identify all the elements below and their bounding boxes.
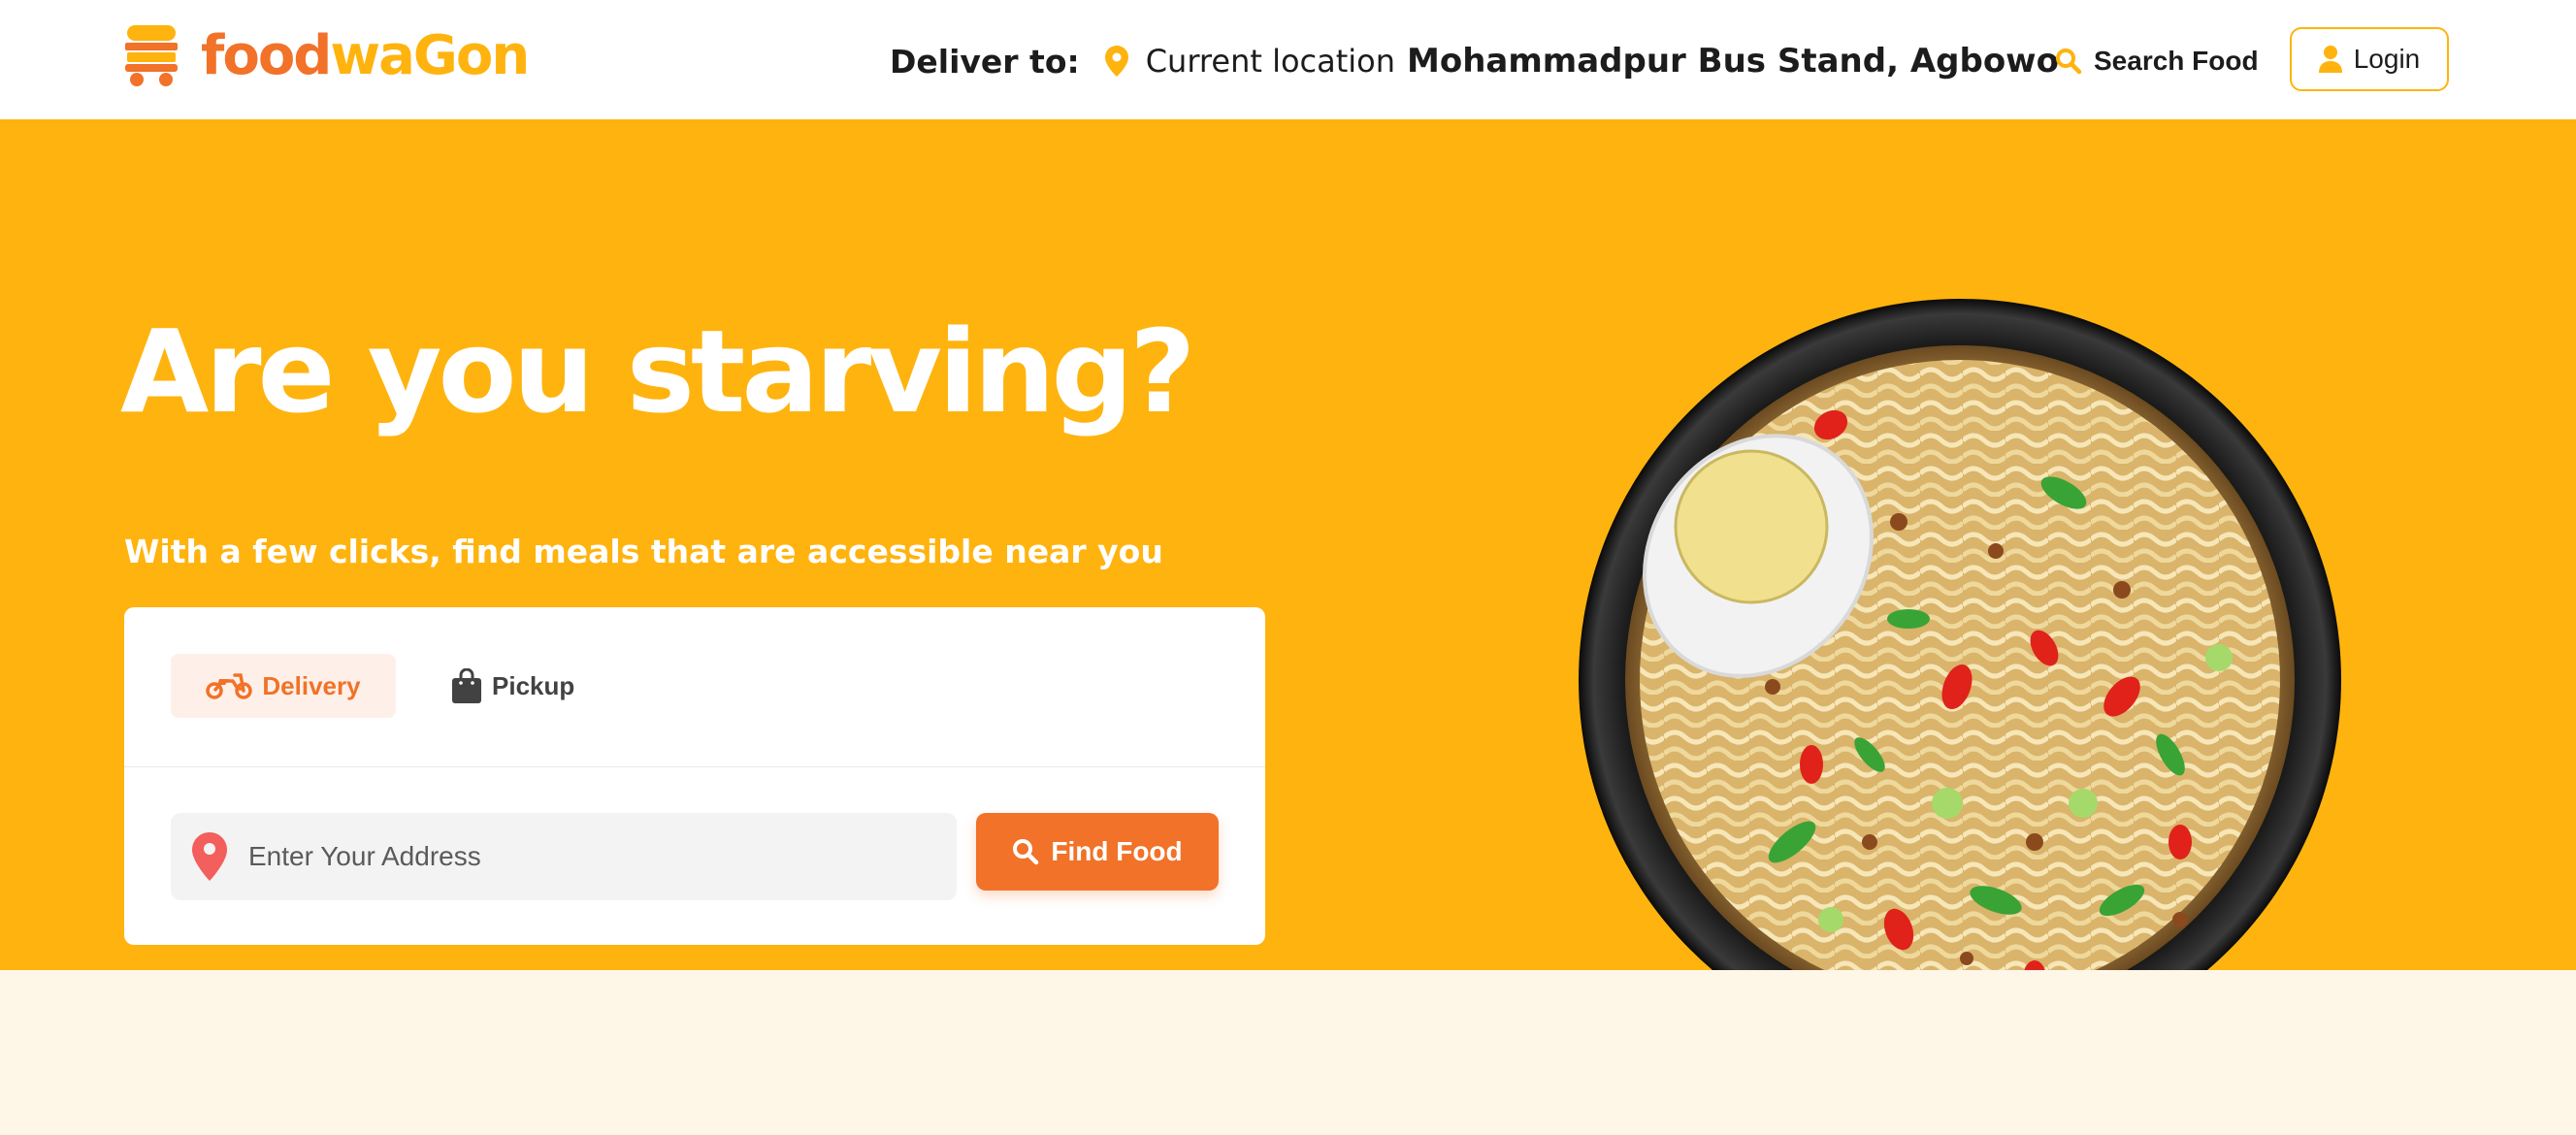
order-type-tabs: Delivery Pickup — [124, 607, 1265, 767]
map-pin-icon — [192, 832, 227, 881]
current-location-label[interactable]: Current location — [1146, 43, 1395, 80]
tab-delivery[interactable]: Delivery — [171, 654, 396, 718]
user-icon — [2318, 46, 2342, 73]
search-icon — [1013, 839, 1039, 865]
deliver-to-bar: Deliver to: Current location Mohammadpur… — [890, 37, 2059, 85]
hero-title: Are you starving? — [120, 305, 1195, 438]
lower-section — [0, 970, 2576, 1135]
search-food-label: Search Food — [2094, 46, 2259, 76]
burger-truck-logo-icon — [125, 25, 178, 86]
address-field[interactable] — [171, 813, 957, 900]
login-button[interactable]: Login — [2290, 27, 2449, 91]
noodle-bowl-image — [1579, 299, 2341, 970]
delivery-address[interactable]: Mohammadpur Bus Stand, Agbowo — [1407, 42, 2059, 81]
tab-pickup[interactable]: Pickup — [451, 654, 574, 718]
location-pin-icon — [1104, 46, 1128, 77]
login-label: Login — [2353, 44, 2421, 74]
hero-section: Are you starving? With a few clicks, fin… — [0, 119, 2576, 970]
brand-logo[interactable]: foodwaGon — [123, 24, 530, 87]
brand-name-part1: food — [201, 24, 332, 87]
find-food-label: Find Food — [1051, 836, 1183, 866]
deliver-to-label: Deliver to: — [890, 42, 1080, 81]
top-navbar: foodwaGon Deliver to: Current location M… — [0, 0, 2576, 119]
motorcycle-icon — [206, 673, 253, 699]
search-icon — [2056, 49, 2082, 75]
brand-name-part2: waGon — [330, 24, 530, 87]
tab-delivery-label: Delivery — [262, 670, 361, 700]
hero-subtitle: With a few clicks, find meals that are a… — [124, 533, 1163, 570]
shopping-bag-icon — [452, 668, 481, 703]
search-card: Delivery Pickup Enter Your Address Find … — [124, 607, 1265, 945]
tab-pickup-label: Pickup — [492, 670, 575, 700]
search-food-link[interactable]: Search Food — [2055, 41, 2259, 81]
address-input[interactable] — [246, 840, 929, 873]
find-food-button[interactable]: Find Food — [976, 813, 1219, 891]
